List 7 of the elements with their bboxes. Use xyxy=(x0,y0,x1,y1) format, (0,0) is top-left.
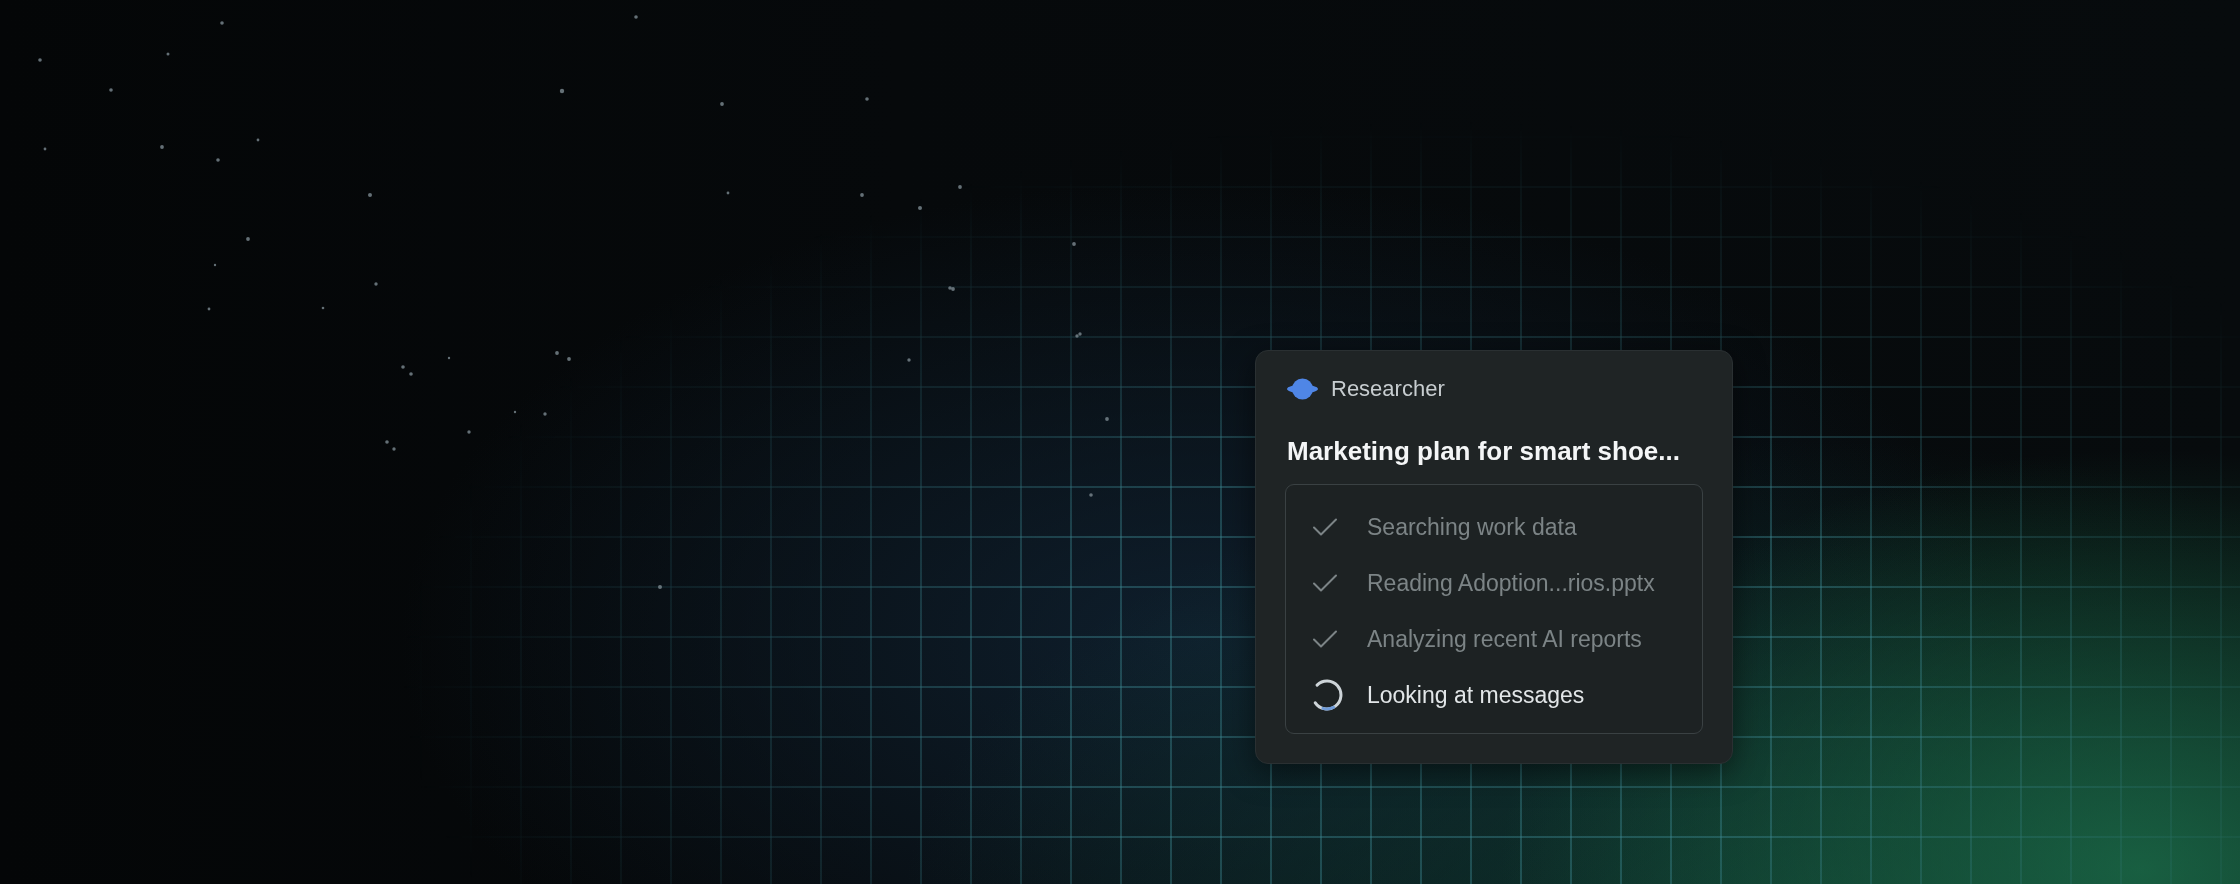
agent-name: Researcher xyxy=(1331,375,1445,403)
step-label: Reading Adoption...rios.pptx xyxy=(1367,569,1655,598)
task-title: Marketing plan for smart shoe... xyxy=(1286,435,1680,468)
step-label: Analyzing recent AI reports xyxy=(1367,625,1642,654)
step-label: Searching work data xyxy=(1367,513,1577,542)
step-label: Looking at messages xyxy=(1367,681,1585,710)
planet-icon xyxy=(1287,378,1318,400)
